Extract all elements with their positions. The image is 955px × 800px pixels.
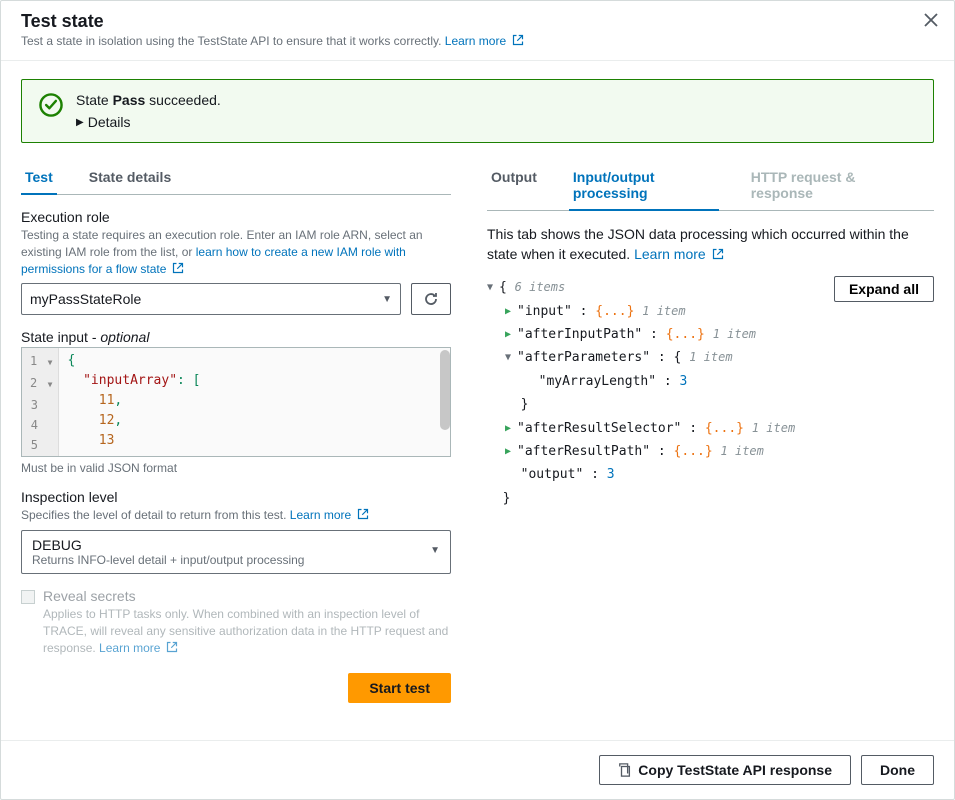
external-link-icon bbox=[172, 262, 184, 274]
close-button[interactable] bbox=[924, 11, 938, 32]
state-input-label: State input - optional bbox=[21, 329, 451, 345]
tab-http: HTTP request & response bbox=[747, 159, 906, 211]
caret-right-icon: ▶ bbox=[76, 117, 84, 128]
state-input-editor[interactable]: 1 ▼ 2 ▼ 3 4 5 6 { "inputArray": [ 11, 12… bbox=[21, 347, 451, 457]
io-intro: This tab shows the JSON data processing … bbox=[487, 225, 934, 264]
tree-after-input-path[interactable]: ▶"afterInputPath" : {...} 1 item bbox=[505, 323, 934, 346]
reveal-secrets-checkbox bbox=[21, 590, 35, 604]
tree-input[interactable]: ▶"input" : {...} 1 item bbox=[505, 300, 934, 323]
refresh-roles-button[interactable] bbox=[411, 283, 451, 315]
modal-footer: Copy TestState API response Done bbox=[1, 740, 954, 799]
caret-down-icon: ▼ bbox=[430, 545, 440, 556]
tree-my-array-length: "myArrayLength" : 3 bbox=[523, 370, 934, 393]
external-link-icon bbox=[512, 34, 524, 46]
selected-role: myPassStateRole bbox=[30, 291, 141, 307]
left-tabs: Test State details bbox=[21, 159, 451, 195]
alert-body: State Pass succeeded. ▶Details bbox=[76, 92, 917, 130]
tab-state-details[interactable]: State details bbox=[85, 159, 175, 195]
success-alert: State Pass succeeded. ▶Details bbox=[21, 79, 934, 143]
io-learn-more-link[interactable]: Learn more bbox=[634, 246, 723, 262]
left-column: Test State details Execution role Testin… bbox=[1, 159, 471, 740]
tree-brace-close: } bbox=[505, 393, 934, 416]
inspection-level-label: Inspection level bbox=[21, 489, 451, 505]
header-learn-more-link[interactable]: Learn more bbox=[445, 34, 524, 48]
inspection-selected-sub: Returns INFO-level detail + input/output… bbox=[32, 553, 422, 567]
external-link-icon bbox=[166, 641, 178, 653]
start-test-row: Start test bbox=[21, 673, 451, 703]
scrollbar-thumb[interactable] bbox=[440, 350, 450, 430]
close-icon bbox=[924, 13, 938, 27]
state-input-hint: Must be in valid JSON format bbox=[21, 461, 451, 475]
reveal-secrets-row: Reveal secrets Applies to HTTP tasks onl… bbox=[21, 588, 451, 656]
toggle-icon[interactable]: ▼ bbox=[505, 349, 515, 367]
tab-test[interactable]: Test bbox=[21, 159, 57, 195]
refresh-icon bbox=[423, 291, 439, 307]
test-state-modal: Test state Test a state in isolation usi… bbox=[0, 0, 955, 800]
start-test-button[interactable]: Start test bbox=[348, 673, 451, 703]
execution-role-hint: Testing a state requires an execution ro… bbox=[21, 227, 451, 277]
code-area[interactable]: { "inputArray": [ 11, 12, 13 bbox=[59, 348, 450, 456]
external-link-icon bbox=[712, 248, 724, 260]
content-columns: Test State details Execution role Testin… bbox=[1, 159, 954, 740]
toggle-icon[interactable]: ▼ bbox=[487, 279, 497, 297]
toggle-icon[interactable]: ▶ bbox=[505, 420, 515, 438]
toggle-icon[interactable]: ▶ bbox=[505, 303, 515, 321]
inspection-selected: DEBUG bbox=[32, 537, 422, 553]
line-gutter: 1 ▼ 2 ▼ 3 4 5 6 bbox=[22, 348, 59, 456]
modal-subtitle: Test a state in isolation using the Test… bbox=[21, 34, 934, 48]
right-column: Output Input/output processing HTTP requ… bbox=[471, 159, 954, 740]
tree-after-result-path[interactable]: ▶"afterResultPath" : {...} 1 item bbox=[505, 440, 934, 463]
success-check-icon bbox=[38, 92, 64, 118]
tree-root-close: } bbox=[487, 487, 934, 510]
caret-down-icon: ▼ bbox=[382, 294, 392, 305]
tree-after-parameters[interactable]: ▼"afterParameters" : { 1 item bbox=[505, 346, 934, 369]
inspection-level-select[interactable]: DEBUG Returns INFO-level detail + input/… bbox=[21, 530, 451, 574]
copy-response-button[interactable]: Copy TestState API response bbox=[599, 755, 851, 785]
role-row: myPassStateRole ▼ bbox=[21, 283, 451, 315]
reveal-secrets-body: Reveal secrets Applies to HTTP tasks onl… bbox=[43, 588, 451, 656]
reveal-secrets-title: Reveal secrets bbox=[43, 588, 451, 604]
done-button[interactable]: Done bbox=[861, 755, 934, 785]
toggle-icon[interactable]: ▶ bbox=[505, 443, 515, 461]
execution-role-select[interactable]: myPassStateRole ▼ bbox=[21, 283, 401, 315]
expand-all-button[interactable]: Expand all bbox=[834, 276, 934, 302]
inspection-level-hint: Specifies the level of detail to return … bbox=[21, 507, 451, 524]
right-tabs: Output Input/output processing HTTP requ… bbox=[487, 159, 934, 211]
modal-header: Test state Test a state in isolation usi… bbox=[1, 1, 954, 61]
tree-output: "output" : 3 bbox=[505, 463, 934, 486]
reveal-learn-more-link[interactable]: Learn more bbox=[99, 641, 178, 655]
toggle-icon[interactable]: ▶ bbox=[505, 326, 515, 344]
tree-after-result-selector[interactable]: ▶"afterResultSelector" : {...} 1 item bbox=[505, 417, 934, 440]
tab-io-processing[interactable]: Input/output processing bbox=[569, 159, 719, 211]
json-tree-wrap: Expand all ▼{ 6 items ▶"input" : {...} 1… bbox=[487, 276, 934, 510]
tab-output[interactable]: Output bbox=[487, 159, 541, 211]
execution-role-label: Execution role bbox=[21, 209, 451, 225]
inspection-learn-more-link[interactable]: Learn more bbox=[290, 508, 369, 522]
alert-title: State Pass succeeded. bbox=[76, 92, 917, 108]
external-link-icon bbox=[357, 508, 369, 520]
json-tree: ▼{ 6 items ▶"input" : {...} 1 item ▶"aft… bbox=[487, 276, 934, 510]
modal-title: Test state bbox=[21, 11, 934, 32]
reveal-secrets-desc: Applies to HTTP tasks only. When combine… bbox=[43, 606, 451, 656]
copy-icon bbox=[618, 763, 632, 777]
alert-details-toggle[interactable]: ▶Details bbox=[76, 114, 917, 130]
